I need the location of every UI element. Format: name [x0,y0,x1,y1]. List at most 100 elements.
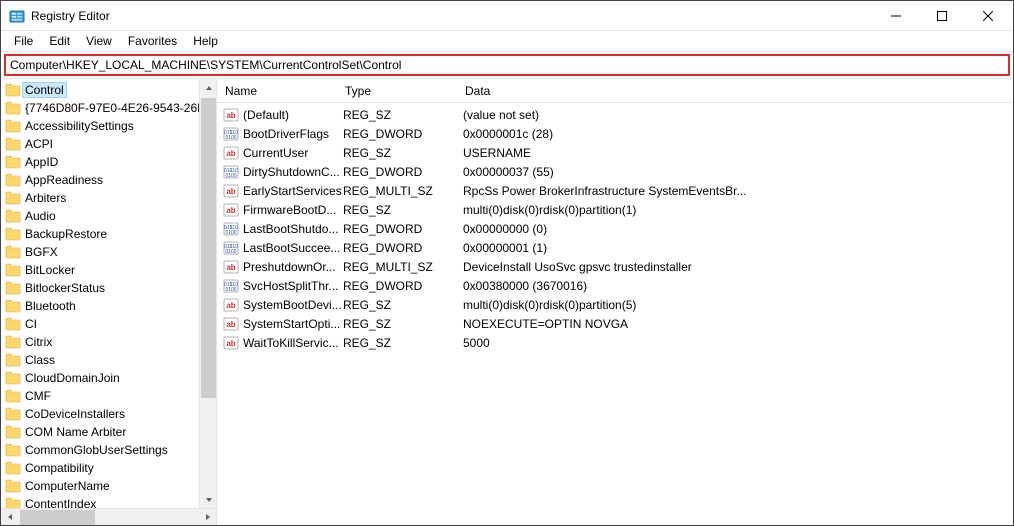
string-value-icon [223,316,239,332]
registry-value-row[interactable]: LastBootSuccee...REG_DWORD0x00000001 (1) [223,238,1013,257]
registry-value-row[interactable]: FirmwareBootD...REG_SZmulti(0)disk(0)rdi… [223,200,1013,219]
app-icon [9,8,25,24]
tree-item[interactable]: Audio [1,207,199,225]
registry-value-row[interactable]: SvcHostSplitThr...REG_DWORD0x00380000 (3… [223,276,1013,295]
menu-favorites[interactable]: Favorites [121,32,184,50]
column-header-data[interactable]: Data [465,84,1013,98]
binary-value-icon [223,278,239,294]
column-header-name[interactable]: Name [225,84,345,98]
tree-item[interactable]: ComputerName [1,477,199,495]
folder-icon [5,119,21,133]
maximize-button[interactable] [919,1,965,31]
tree-item[interactable]: CoDeviceInstallers [1,405,199,423]
value-type: REG_SZ [343,298,463,312]
menubar: File Edit View Favorites Help [1,31,1013,52]
close-button[interactable] [965,1,1011,31]
registry-value-row[interactable]: SystemStartOpti...REG_SZ NOEXECUTE=OPTIN… [223,314,1013,333]
registry-value-row[interactable]: BootDriverFlagsREG_DWORD0x0000001c (28) [223,124,1013,143]
folder-icon [5,263,21,277]
value-data: 0x00000001 (1) [463,241,1013,255]
tree-item-label: CMF [23,389,53,403]
tree-item[interactable]: {7746D80F-97E0-4E26-9543-26B41 [1,99,199,117]
scroll-down-button[interactable] [200,491,216,508]
scroll-left-button[interactable] [1,509,18,526]
scroll-right-button[interactable] [199,509,216,526]
registry-value-row[interactable]: LastBootShutdo...REG_DWORD0x00000000 (0) [223,219,1013,238]
value-data: 0x00000000 (0) [463,222,1013,236]
menu-file[interactable]: File [7,32,40,50]
tree-horizontal-scrollbar[interactable] [1,508,216,525]
tree-item[interactable]: BGFX [1,243,199,261]
registry-editor-window: Registry Editor File Edit View Favorites… [0,0,1014,526]
value-type: REG_SZ [343,108,463,122]
tree-item[interactable]: BitLocker [1,261,199,279]
detail-pane: Name Type Data (Default)REG_SZ(value not… [217,79,1013,525]
tree-item-label: COM Name Arbiter [23,425,128,439]
tree-item[interactable]: AppID [1,153,199,171]
tree-item[interactable]: Compatibility [1,459,199,477]
value-name: BootDriverFlags [243,127,343,141]
tree-item[interactable]: Control [1,81,199,99]
scroll-track-h[interactable] [18,509,199,526]
tree-item-label: ContentIndex [23,497,98,508]
folder-icon [5,335,21,349]
minimize-button[interactable] [873,1,919,31]
tree-item-label: Audio [23,209,58,223]
value-name: WaitToKillServic... [243,336,343,350]
tree-item[interactable]: CommonGlobUserSettings [1,441,199,459]
tree-item[interactable]: Arbiters [1,189,199,207]
window-controls [873,1,1011,31]
tree-item[interactable]: ContentIndex [1,495,199,508]
registry-value-row[interactable]: SystemBootDevi...REG_SZmulti(0)disk(0)rd… [223,295,1013,314]
value-name: DirtyShutdownC... [243,165,343,179]
registry-value-row[interactable]: (Default)REG_SZ(value not set) [223,105,1013,124]
value-data: USERNAME [463,146,1013,160]
registry-tree: Control{7746D80F-97E0-4E26-9543-26B41Acc… [1,79,199,508]
tree-item[interactable]: AccessibilitySettings [1,117,199,135]
value-name: SystemStartOpti... [243,317,343,331]
registry-value-row[interactable]: WaitToKillServic...REG_SZ5000 [223,333,1013,352]
tree-item[interactable]: BitlockerStatus [1,279,199,297]
folder-icon [5,245,21,259]
scroll-thumb-h[interactable] [20,510,95,525]
address-bar[interactable]: Computer\HKEY_LOCAL_MACHINE\SYSTEM\Curre… [4,54,1010,76]
tree-item[interactable]: Citrix [1,333,199,351]
tree-item-label: Class [23,353,57,367]
folder-icon [5,173,21,187]
tree-item[interactable]: CI [1,315,199,333]
value-name: CurrentUser [243,146,343,160]
column-header-type[interactable]: Type [345,84,465,98]
scroll-track[interactable] [200,96,216,491]
value-data: 0x00380000 (3670016) [463,279,1013,293]
registry-value-row[interactable]: EarlyStartServicesREG_MULTI_SZRpcSs Powe… [223,181,1013,200]
tree-item[interactable]: Class [1,351,199,369]
value-type: REG_DWORD [343,222,463,236]
value-name: LastBootShutdo... [243,222,343,236]
tree-item[interactable]: Bluetooth [1,297,199,315]
tree-item[interactable]: COM Name Arbiter [1,423,199,441]
value-data: DeviceInstall UsoSvc gpsvc trustedinstal… [463,260,1013,274]
tree-item-label: AppID [23,155,60,169]
value-type: REG_DWORD [343,127,463,141]
value-name: LastBootSuccee... [243,241,343,255]
scroll-up-button[interactable] [200,79,216,96]
tree-item-label: Citrix [23,335,54,349]
menu-help[interactable]: Help [186,32,225,50]
registry-value-row[interactable]: CurrentUserREG_SZUSERNAME [223,143,1013,162]
tree-item[interactable]: AppReadiness [1,171,199,189]
value-type: REG_DWORD [343,165,463,179]
value-type: REG_MULTI_SZ [343,260,463,274]
tree-item[interactable]: CloudDomainJoin [1,369,199,387]
menu-edit[interactable]: Edit [42,32,77,50]
tree-vertical-scrollbar[interactable] [199,79,216,508]
value-data: 0x00000037 (55) [463,165,1013,179]
menu-view[interactable]: View [79,32,119,50]
registry-value-row[interactable]: DirtyShutdownC...REG_DWORD0x00000037 (55… [223,162,1013,181]
tree-item[interactable]: CMF [1,387,199,405]
registry-value-row[interactable]: PreshutdownOr...REG_MULTI_SZDeviceInstal… [223,257,1013,276]
scroll-thumb[interactable] [201,98,216,398]
tree-item[interactable]: BackupRestore [1,225,199,243]
tree-item-label: CI [23,317,39,331]
tree-item[interactable]: ACPI [1,135,199,153]
tree-scroll-area: Control{7746D80F-97E0-4E26-9543-26B41Acc… [1,79,199,508]
